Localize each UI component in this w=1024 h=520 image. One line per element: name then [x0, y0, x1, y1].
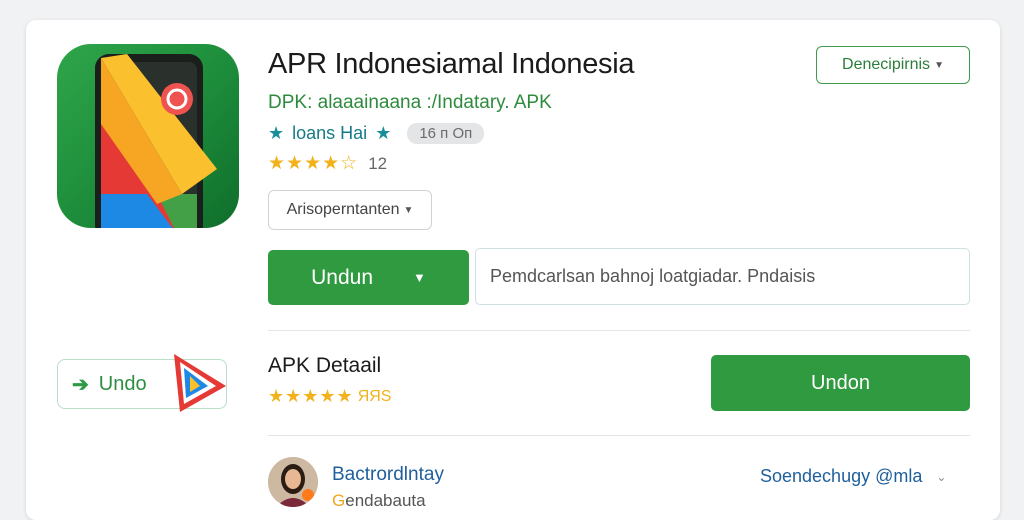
star-icon: ★	[375, 122, 392, 143]
divider	[268, 330, 970, 331]
rating-stars: ★★★★☆	[268, 153, 359, 174]
size-badge: 16 п Оп	[407, 122, 485, 144]
developer-sub-mark: G	[332, 491, 346, 510]
options-dropdown[interactable]: Arisoperntanten ▼	[268, 190, 432, 230]
developer-link-label: Soendechugy @mla	[760, 466, 923, 486]
detail-download-button[interactable]: Undon	[711, 355, 970, 411]
chevron-down-icon: ▼	[413, 270, 426, 285]
options-dropdown-label: Arisoperntanten	[286, 201, 400, 218]
detail-rating: ★★★★★ ЯЯЅ	[268, 386, 391, 407]
chevron-down-icon: ▼	[403, 204, 414, 216]
arrow-right-icon: ➔	[72, 373, 89, 396]
search-placeholder: Pemdcarlsan bahnoj loatgiadar. Pndaisis	[490, 266, 816, 286]
developer-badge-row: ★ loans Hai ★ 16 п Оп	[268, 122, 485, 144]
play-logo-icon[interactable]	[166, 348, 232, 418]
developer-subtitle: Gendabauta	[332, 491, 426, 511]
chevron-down-icon: ▼	[934, 59, 944, 71]
top-select[interactable]: Denecipirnis ▼	[816, 46, 970, 84]
top-select-label: Denecipirnis	[842, 56, 931, 73]
app-card: APR Indonesiamal Indonesia DPK: alaaaina…	[26, 20, 1000, 520]
search-input[interactable]: Pemdcarlsan bahnoj loatgiadar. Pndaisis	[475, 248, 970, 305]
undo-label: Undo	[98, 372, 147, 395]
developer-name[interactable]: Bactrordlntay	[332, 464, 444, 486]
detail-rating-text: ЯЯЅ	[357, 387, 392, 405]
app-logo-icon[interactable]	[57, 44, 239, 228]
download-button[interactable]: Undun ▼	[268, 250, 469, 305]
rating-row: ★★★★☆ 12	[268, 152, 387, 175]
avatar[interactable]	[268, 457, 318, 507]
developer-link[interactable]: Soendechugy @mla ⌄	[760, 466, 946, 487]
rating-count: 12	[368, 153, 388, 173]
detail-download-label: Undon	[811, 371, 870, 394]
star-icon: ★	[268, 122, 285, 143]
developer-badge[interactable]: loans Hai	[292, 123, 367, 144]
developer-sub-text: endabauta	[345, 491, 426, 510]
rating-stars: ★★★★★	[268, 386, 354, 406]
divider	[268, 435, 970, 436]
app-subtitle[interactable]: DPK: alaaainaana :/Indatary. APK	[268, 92, 552, 114]
chevron-down-icon: ⌄	[936, 469, 947, 484]
detail-title: APK Detaail	[268, 354, 382, 377]
download-button-label: Undun	[311, 265, 373, 289]
app-title: APR Indonesiamal Indonesia	[268, 48, 635, 80]
